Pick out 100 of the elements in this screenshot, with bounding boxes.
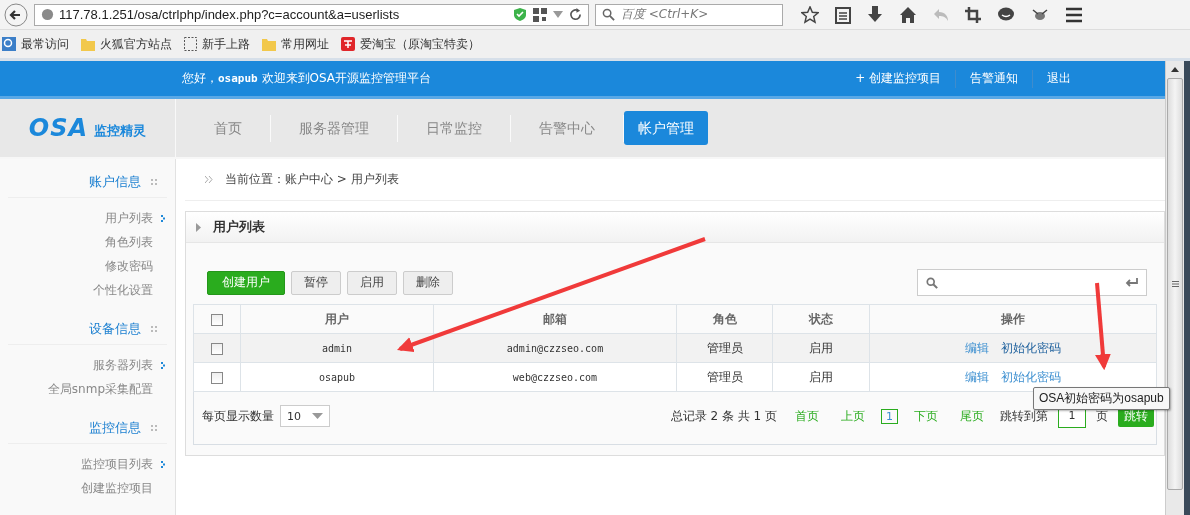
tag-icon <box>341 37 355 51</box>
folder-icon <box>262 37 276 51</box>
tooltip: OSA初始密码为osapub <box>1033 387 1170 410</box>
grip-icon <box>151 326 157 332</box>
row-checkbox[interactable] <box>211 342 223 355</box>
toolbar-button[interactable]: 删除 <box>403 270 453 295</box>
clipboard-icon[interactable] <box>835 5 851 24</box>
sidebar-link[interactable]: 修改密码 <box>105 257 153 275</box>
qr-code-icon[interactable] <box>533 7 547 22</box>
grip-icon <box>151 425 157 431</box>
search-icon <box>926 276 938 289</box>
shield-icon <box>513 7 527 22</box>
bookmark-link[interactable]: 火狐官方站点 <box>81 35 172 53</box>
column-header: 状态 <box>809 311 833 326</box>
star-icon[interactable] <box>801 5 819 24</box>
page-size-label: 每页显示数量 <box>202 407 274 425</box>
nav-tab[interactable]: 帐户管理 <box>624 111 708 145</box>
page-unit: 页 <box>1096 407 1108 425</box>
current-page: 1 <box>881 408 898 424</box>
column-header: 邮箱 <box>543 311 567 326</box>
nav-tab[interactable]: 告警中心 <box>511 111 623 145</box>
scroll-up-icon[interactable] <box>1171 67 1179 72</box>
double-chevron-icon <box>205 176 213 183</box>
chat-icon[interactable] <box>997 6 1015 23</box>
bookmark-link[interactable]: 爱淘宝（原淘宝特卖） <box>341 35 480 53</box>
page-search-icon <box>2 37 16 51</box>
breadcrumb: 当前位置：账户中心 > 用户列表 <box>225 171 399 188</box>
search-placeholder: 百度 <Ctrl+K> <box>621 6 709 23</box>
section-title: 账户信息 <box>89 173 141 191</box>
section-title: 设备信息 <box>89 320 141 338</box>
column-header: 角色 <box>712 311 737 326</box>
column-header: 用户 <box>325 311 349 326</box>
nav-tab[interactable]: 日常监控 <box>398 111 510 145</box>
toolbar-button[interactable]: 暂停 <box>291 270 341 295</box>
grip-icon <box>1171 281 1179 287</box>
toolbar-button[interactable]: 启用 <box>347 270 397 295</box>
menu-icon[interactable] <box>1065 6 1083 23</box>
panel-title: 用户列表 <box>213 218 265 236</box>
header-link[interactable]: 退出 <box>1033 70 1085 87</box>
action-link[interactable]: 编辑 <box>965 368 989 386</box>
logo-mark: OSA <box>28 114 89 142</box>
back-icon[interactable] <box>4 2 28 27</box>
table-cell: 启用 <box>809 369 833 384</box>
sidebar-link[interactable]: 创建监控项目 <box>81 479 153 497</box>
download-icon[interactable] <box>867 5 883 24</box>
select-all-checkbox[interactable] <box>211 313 223 326</box>
enter-icon[interactable] <box>1125 278 1138 287</box>
pager-link[interactable]: 下页 <box>914 407 938 425</box>
record-summary: 总记录 2 条 共 1 页 <box>670 407 777 425</box>
bookmark-link[interactable]: 最常访问 <box>2 35 69 53</box>
pager-link[interactable]: 尾页 <box>960 407 984 425</box>
pager-link[interactable]: 首页 <box>795 407 819 425</box>
dashed-page-icon <box>184 37 197 51</box>
pager-link[interactable]: 上页 <box>841 407 865 425</box>
sidebar-link[interactable]: 全局snmp采集配置 <box>47 380 153 398</box>
sidebar-link[interactable]: 个性化设置 <box>93 281 153 299</box>
page-size-select[interactable]: 10 <box>280 405 330 427</box>
action-link[interactable]: 初始化密码 <box>1001 368 1061 386</box>
nav-tab[interactable]: 服务器管理 <box>271 111 397 145</box>
table-cell: osapub <box>318 371 356 383</box>
scrollbar[interactable] <box>1165 61 1190 515</box>
section-title: 监控信息 <box>89 419 141 437</box>
column-header: 操作 <box>1001 311 1025 326</box>
table-cell: 管理员 <box>706 340 743 355</box>
folder-icon <box>81 37 95 51</box>
action-link[interactable]: 编辑 <box>965 339 989 357</box>
nav-tab[interactable]: 首页 <box>186 111 270 145</box>
sidebar-link[interactable]: 服务器列表 <box>93 356 153 374</box>
table-cell: 启用 <box>809 340 833 355</box>
crop-icon[interactable] <box>965 6 981 23</box>
grip-icon <box>151 179 157 185</box>
table-cell: admin@czzseo.com <box>506 342 604 354</box>
home-icon[interactable] <box>899 5 917 24</box>
url-text: 117.78.1.251/osa/ctrlphp/index.php?c=account&a=userlists <box>59 7 401 22</box>
sidebar-link[interactable]: 监控项目列表 <box>81 455 153 473</box>
triangle-icon <box>196 222 201 232</box>
table-cell: admin <box>321 342 353 354</box>
sidebar-link[interactable]: 用户列表 <box>105 209 153 227</box>
toolbar-button[interactable]: 创建用户 <box>207 270 285 295</box>
table-cell: 管理员 <box>706 369 743 384</box>
bookmark-link[interactable]: 常用网址 <box>262 35 329 53</box>
dropdown-icon[interactable] <box>553 10 563 19</box>
search-icon <box>602 8 615 21</box>
table-cell: web@czzseo.com <box>512 371 598 383</box>
address-field[interactable]: 117.78.1.251/osa/ctrlphp/index.php?c=account&a=userlists <box>34 3 589 26</box>
bug-icon[interactable] <box>1031 6 1049 23</box>
search-field[interactable]: 百度 <Ctrl+K> <box>595 3 783 26</box>
action-link[interactable]: 初始化密码 <box>1001 339 1061 357</box>
header-link[interactable]: + 创建监控项目 <box>841 70 955 87</box>
logo-subtitle: 监控精灵 <box>94 122 147 140</box>
header-link[interactable]: 告警通知 <box>956 70 1032 87</box>
row-checkbox[interactable] <box>211 371 223 384</box>
jump-label: 跳转到第 <box>1000 407 1048 425</box>
globe-icon <box>41 8 54 21</box>
caret-icon <box>312 413 323 419</box>
table-search-field[interactable] <box>917 269 1147 296</box>
welcome-text: 您好，osapub 欢迎来到OSA开源监控管理平台 <box>182 70 432 87</box>
bookmark-link[interactable]: 新手上路 <box>184 35 250 53</box>
reload-icon[interactable] <box>569 8 582 21</box>
sidebar-link[interactable]: 角色列表 <box>105 233 153 251</box>
